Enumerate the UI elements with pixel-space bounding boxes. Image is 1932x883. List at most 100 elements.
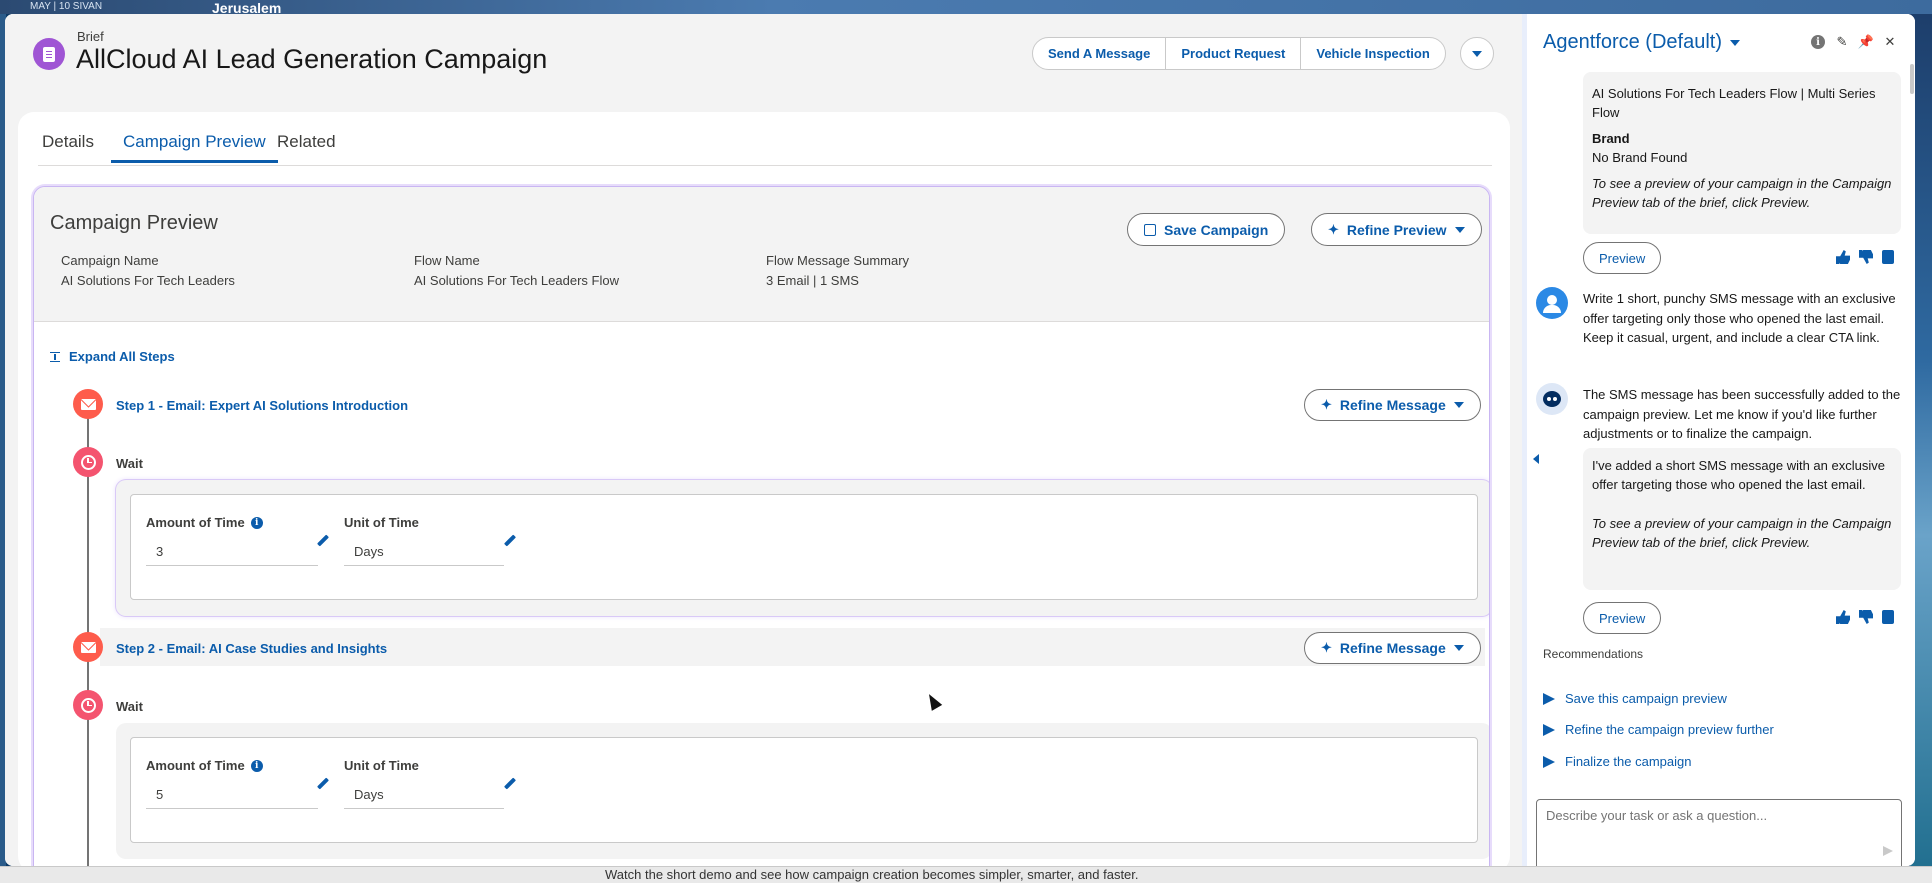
desktop-top-strip: MAY | 10 SIVAN Jerusalem (0, 0, 1932, 16)
unit-of-time-value[interactable]: Days (344, 538, 504, 566)
field-label: Flow Name (414, 253, 480, 268)
wait-fields: Amount of Time i 3 Unit of Time Days (130, 494, 1478, 600)
unit-of-time-field: Unit of Time Days (344, 515, 504, 566)
product-request-button[interactable]: Product Request (1166, 38, 1302, 69)
more-actions-button[interactable] (1460, 37, 1494, 70)
save-icon (1144, 223, 1156, 236)
amount-of-time-label: Amount of Time (146, 515, 245, 530)
refine-message-button[interactable]: ✦ Refine Message (1304, 632, 1481, 664)
field-flow-message-summary: Flow Message Summary 3 Email | 1 SMS (766, 253, 909, 288)
brief-record-icon (33, 38, 65, 70)
video-caption-bar: Watch the short demo and see how campaig… (0, 866, 1932, 883)
object-label: Brief (77, 29, 104, 44)
refine-message-label: Refine Message (1339, 640, 1446, 656)
clock-icon (73, 447, 103, 477)
field-value: AI Solutions For Tech Leaders (61, 273, 235, 288)
field-value: 3 Email | 1 SMS (766, 273, 859, 288)
send-arrow-icon (1543, 723, 1555, 736)
recommendation-finalize[interactable]: Finalize the campaign (1543, 754, 1691, 769)
field-campaign-name: Campaign Name AI Solutions For Tech Lead… (61, 253, 235, 288)
recommendation-refine[interactable]: Refine the campaign preview further (1543, 722, 1774, 737)
agent-response-bubble: AI Solutions For Tech Leaders Flow | Mul… (1583, 72, 1901, 234)
expand-all-label: Expand All Steps (69, 349, 175, 364)
chevron-down-icon (1472, 50, 1482, 57)
record-page: Brief AllCloud AI Lead Generation Campai… (5, 14, 1522, 866)
wait-step-card: Amount of Time i 3 Unit of Time Days (116, 480, 1489, 616)
unit-of-time-value[interactable]: Days (344, 781, 504, 809)
thumbs-down-icon[interactable] (1859, 610, 1873, 624)
thumbs-up-icon[interactable] (1836, 610, 1850, 624)
amount-of-time-value[interactable]: 3 (146, 538, 318, 566)
send-arrow-icon (1543, 755, 1555, 768)
collapse-panel-icon[interactable] (1533, 454, 1539, 464)
close-icon[interactable]: ✕ (1883, 34, 1897, 49)
field-label: Flow Message Summary (766, 253, 910, 268)
amount-of-time-field: Amount of Time i 3 (146, 515, 318, 566)
chevron-down-icon (1729, 39, 1740, 46)
field-value: AI Solutions For Tech Leaders Flow (414, 273, 619, 288)
agentforce-panel: Agentforce (Default) i ✎ 📌 ✕ AI Solution… (1522, 14, 1915, 866)
refine-preview-label: Refine Preview (1346, 221, 1447, 238)
clock-icon (73, 690, 103, 720)
tab-campaign-preview[interactable]: Campaign Preview (111, 132, 278, 163)
save-campaign-label: Save Campaign (1164, 221, 1269, 238)
user-message: Write 1 short, punchy SMS message with a… (1583, 291, 1896, 345)
preview-button[interactable]: Preview (1583, 242, 1662, 274)
unit-of-time-label: Unit of Time (344, 515, 419, 530)
expand-all-steps-link[interactable]: Expand All Steps (49, 349, 175, 364)
info-icon[interactable]: i (250, 759, 263, 772)
email-icon (73, 389, 103, 419)
info-icon[interactable]: i (1811, 35, 1825, 49)
desktop-date: MAY | 10 SIVAN (30, 1, 103, 12)
agent-title: Agentforce (Default) (1543, 31, 1722, 53)
send-message-button[interactable]: Send A Message (1033, 38, 1167, 69)
feedback-icons (1836, 250, 1894, 264)
sparkle-icon: ✦ (1328, 221, 1339, 237)
campaign-preview-panel: Campaign Preview Save Campaign ✦ Refine … (33, 186, 1490, 866)
tab-bar: Details Campaign Preview Related (38, 132, 1492, 166)
tab-details[interactable]: Details (42, 132, 94, 160)
copy-icon[interactable] (1882, 250, 1894, 264)
flow-summary-text: AI Solutions For Tech Leaders Flow | Mul… (1592, 86, 1876, 120)
field-flow-name: Flow Name AI Solutions For Tech Leaders … (414, 253, 619, 288)
send-icon[interactable] (1883, 846, 1893, 856)
preview-hint: To see a preview of your campaign in the… (1592, 516, 1892, 550)
thumbs-up-icon[interactable] (1836, 250, 1850, 264)
edit-pencil-icon[interactable] (317, 535, 329, 547)
agent-selector[interactable]: Agentforce (Default) (1543, 31, 1740, 54)
preview-button[interactable]: Preview (1583, 602, 1662, 634)
brand-label: Brand (1592, 131, 1630, 146)
tab-related[interactable]: Related (277, 132, 336, 160)
new-chat-icon[interactable]: ✎ (1835, 34, 1849, 49)
edit-pencil-icon[interactable] (504, 535, 516, 547)
chat-input[interactable]: Describe your task or ask a question... (1536, 799, 1902, 866)
header-icons: i ✎ 📌 ✕ (1811, 34, 1897, 49)
user-avatar (1536, 287, 1568, 319)
copy-icon[interactable] (1882, 610, 1894, 624)
recommendations-label: Recommendations (1543, 647, 1644, 661)
info-icon[interactable]: i (250, 516, 263, 529)
edit-pencil-icon[interactable] (504, 778, 516, 790)
wait-step-card: Amount of Time i 5 Unit of Time Days (116, 723, 1489, 859)
feedback-icons (1836, 610, 1894, 624)
email-icon (73, 632, 103, 662)
refine-message-button[interactable]: ✦ Refine Message (1304, 389, 1481, 421)
pin-icon[interactable]: 📌 (1858, 34, 1874, 49)
step-title[interactable]: Step 1 - Email: Expert AI Solutions Intr… (116, 398, 408, 413)
recommendation-label: Finalize the campaign (1565, 754, 1692, 769)
main-card: Details Campaign Preview Related Campaig… (18, 112, 1510, 866)
recommendation-save[interactable]: Save this campaign preview (1543, 691, 1727, 706)
vehicle-inspection-button[interactable]: Vehicle Inspection (1301, 38, 1444, 69)
panel-scrollbar[interactable] (1910, 64, 1914, 94)
amount-of-time-value[interactable]: 5 (146, 781, 318, 809)
thumbs-down-icon[interactable] (1859, 250, 1873, 264)
edit-pencil-icon[interactable] (317, 778, 329, 790)
header-actions: Send A Message Product Request Vehicle I… (1032, 37, 1446, 70)
preview-hint: To see a preview of your campaign in the… (1592, 176, 1892, 210)
recommendation-label: Refine the campaign preview further (1565, 722, 1774, 737)
field-label: Campaign Name (61, 253, 159, 268)
step-title[interactable]: Step 2 - Email: AI Case Studies and Insi… (116, 641, 387, 656)
refine-preview-button[interactable]: ✦ Refine Preview (1311, 213, 1482, 246)
save-campaign-button[interactable]: Save Campaign (1127, 213, 1286, 246)
video-caption: Watch the short demo and see how campaig… (605, 867, 1139, 882)
